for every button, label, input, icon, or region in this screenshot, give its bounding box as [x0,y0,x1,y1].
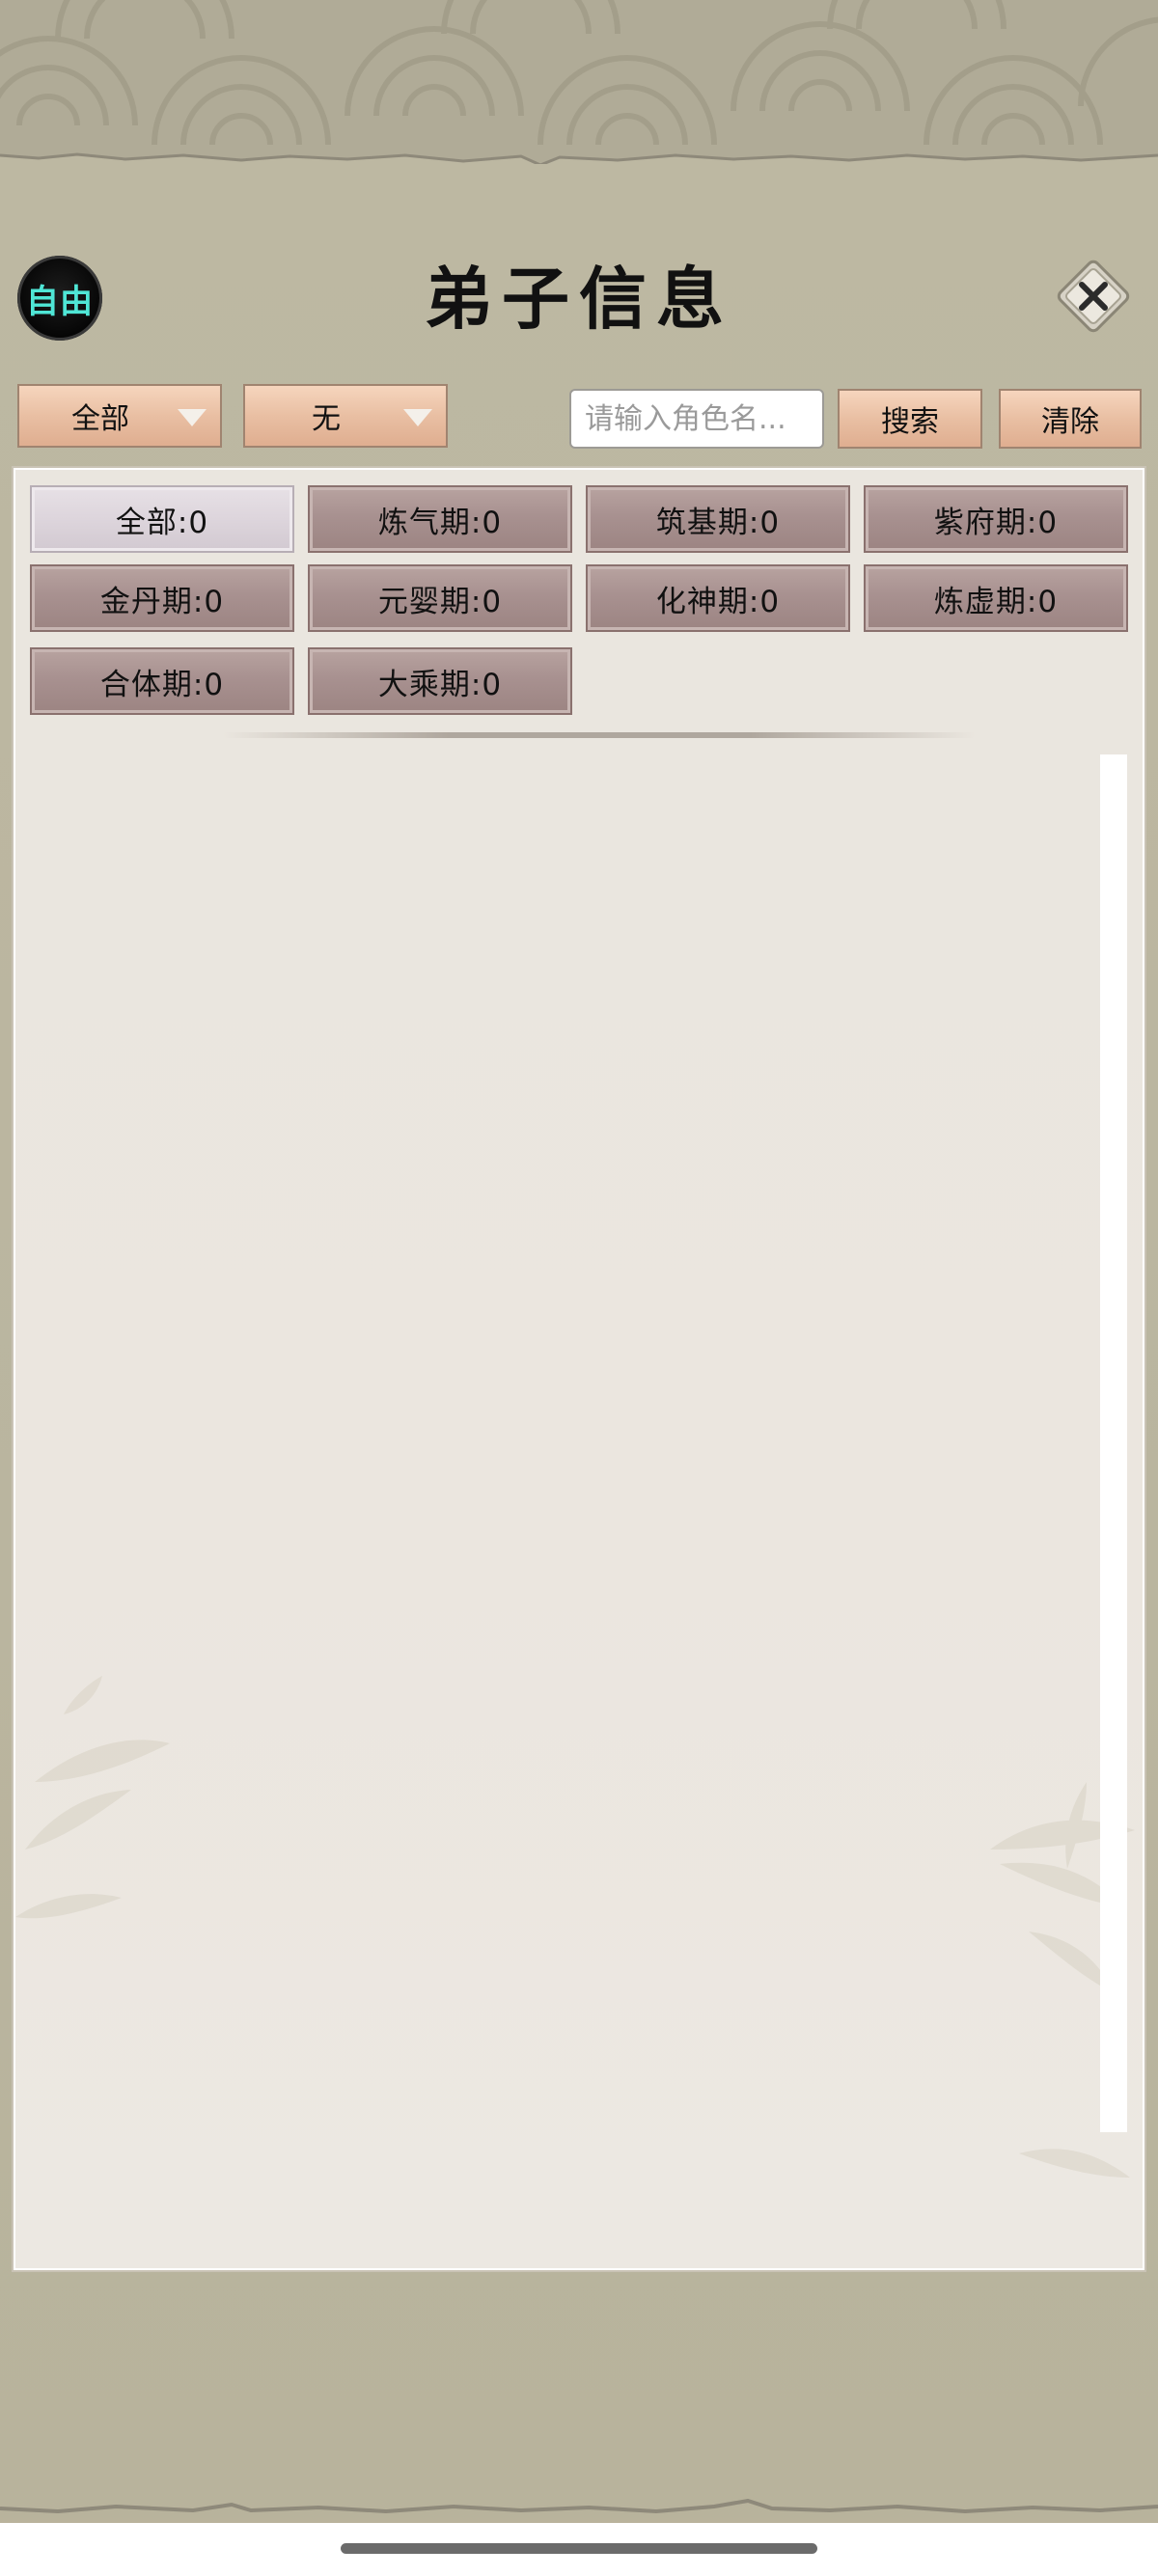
close-button[interactable] [1050,253,1137,340]
stage-button-nascent-soul[interactable]: 元婴期:0 [308,564,572,632]
clear-button-label: 清除 [1041,405,1099,439]
stage-button-label: 筑基期:0 [655,505,781,540]
list-scrollbar[interactable] [1100,754,1127,2132]
scope-dropdown[interactable]: 全部 [17,384,222,448]
stage-button-qi-refining[interactable]: 炼气期:0 [308,485,572,553]
chevron-down-icon [403,409,432,426]
home-indicator[interactable] [341,2543,817,2554]
stage-button-mahayana[interactable]: 大乘期:0 [308,647,572,715]
stage-button-label: 合体期:0 [99,667,225,702]
top-wave-band [0,0,1158,164]
clear-button[interactable]: 清除 [999,389,1142,449]
search-button[interactable]: 搜索 [838,389,982,449]
mode-badge[interactable]: 自由 [17,256,102,341]
stage-button-label: 金丹期:0 [99,584,225,619]
filter-dropdown[interactable]: 无 [243,384,448,448]
page-title: 弟子信息 [425,259,733,339]
search-button-label: 搜索 [881,405,939,439]
stage-button-void-refining[interactable]: 炼虚期:0 [864,564,1128,632]
disciple-panel: 全部:0 炼气期:0 筑基期:0 紫府期:0 金丹期:0 元婴期:0 化神期:0… [14,468,1144,2270]
section-divider [223,732,976,738]
chevron-down-icon [178,409,207,426]
stage-button-label: 炼气期:0 [377,505,503,540]
stage-button-spirit-severing[interactable]: 化神期:0 [586,564,850,632]
close-icon [1057,260,1130,333]
disciple-list[interactable] [27,759,1108,2129]
mode-badge-label: 自由 [26,282,94,321]
stage-button-purple-mansion[interactable]: 紫府期:0 [864,485,1128,553]
stage-button-golden-core[interactable]: 金丹期:0 [30,564,294,632]
stage-button-label: 化神期:0 [655,584,781,619]
search-input[interactable] [569,389,824,449]
stage-button-foundation[interactable]: 筑基期:0 [586,485,850,553]
stage-button-all[interactable]: 全部:0 [30,485,294,553]
stage-button-label: 紫府期:0 [933,505,1059,540]
stage-button-label: 元婴期:0 [377,584,503,619]
stage-button-body-integration[interactable]: 合体期:0 [30,647,294,715]
stage-button-label: 全部:0 [115,505,209,540]
stage-button-label: 炼虚期:0 [933,584,1059,619]
stage-button-label: 大乘期:0 [377,667,503,702]
